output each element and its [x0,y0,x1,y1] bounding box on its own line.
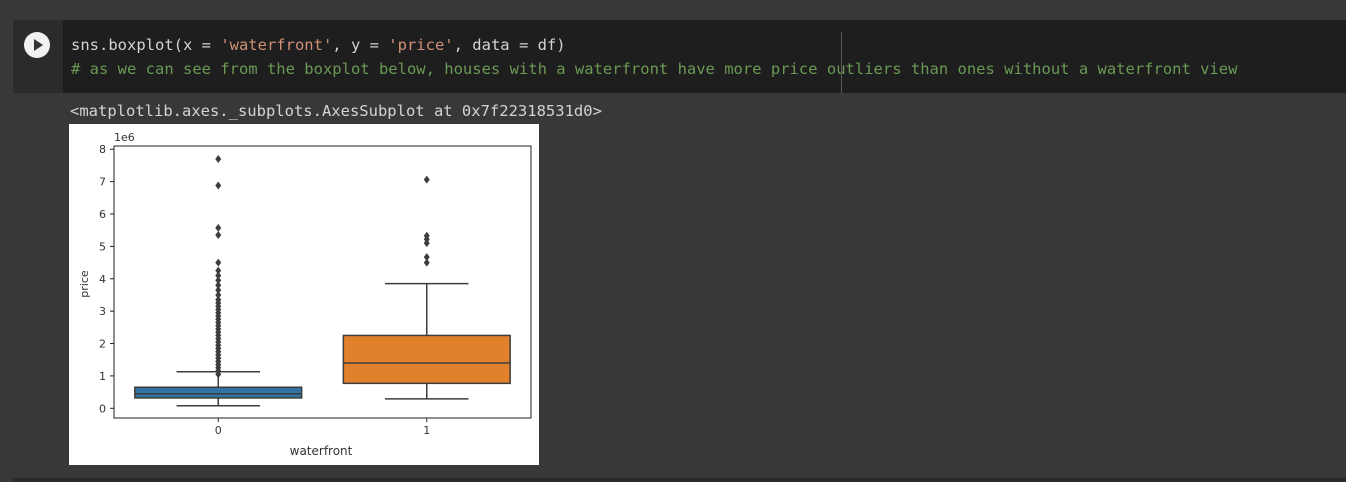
box-iqr [134,386,303,399]
line-length-ruler [841,32,842,93]
outlier-point [215,154,222,163]
code-string-price: 'price' [388,36,454,54]
code-token: sns.boxplot(x = [71,36,221,54]
cell-gutter [13,20,63,93]
outlier-point [215,181,222,190]
y-tick-label: 8 [99,143,106,156]
outlier-point [423,253,430,262]
code-cell[interactable]: sns.boxplot(x = 'waterfront', y = 'price… [13,20,1346,478]
code-text[interactable]: sns.boxplot(x = 'waterfront', y = 'price… [71,33,1237,81]
y-tick-label: 5 [99,240,106,253]
code-string-waterfront: 'waterfront' [220,36,333,54]
x-tick-label: 1 [423,424,430,437]
outlier-point [215,258,222,267]
outlier-point [215,231,222,240]
boxes-layer [134,154,511,407]
y-tick-label: 1 [99,370,106,383]
y-tick-label: 6 [99,208,106,221]
boxplot-chart: 1e6 price waterfront 0 1 2 3 4 5 6 7 8 0 1 [78,131,532,458]
y-tick-label: 2 [99,338,106,351]
box-iqr [342,334,511,385]
x-axis-label: waterfront [290,444,353,458]
boxplot-figure: 1e6 price waterfront 0 1 2 3 4 5 6 7 8 0 1 [69,124,539,465]
y-tick-label: 0 [99,402,106,415]
code-token: , data = df) [453,36,566,54]
cell-bottom-border [13,478,1346,482]
y-tick-label: 7 [99,176,106,189]
code-comment: # as we can see from the boxplot below, … [71,60,1238,78]
y-tick-label: 4 [99,273,106,286]
x-tick-label: 0 [215,424,222,437]
outlier-point [215,223,222,232]
box-group-0 [134,154,303,407]
code-token: , y = [332,36,389,54]
outlier-point [423,175,430,184]
y-tick-label: 3 [99,305,106,318]
code-editor[interactable]: sns.boxplot(x = 'waterfront', y = 'price… [13,20,1346,93]
outlier-point [215,266,222,275]
y-axis-label: price [78,270,91,298]
output-repr: <matplotlib.axes._subplots.AxesSubplot a… [70,102,602,120]
top-band [0,0,1346,20]
play-circle-icon[interactable] [24,32,50,58]
box-group-1 [342,175,511,400]
offset-label: 1e6 [114,131,135,144]
